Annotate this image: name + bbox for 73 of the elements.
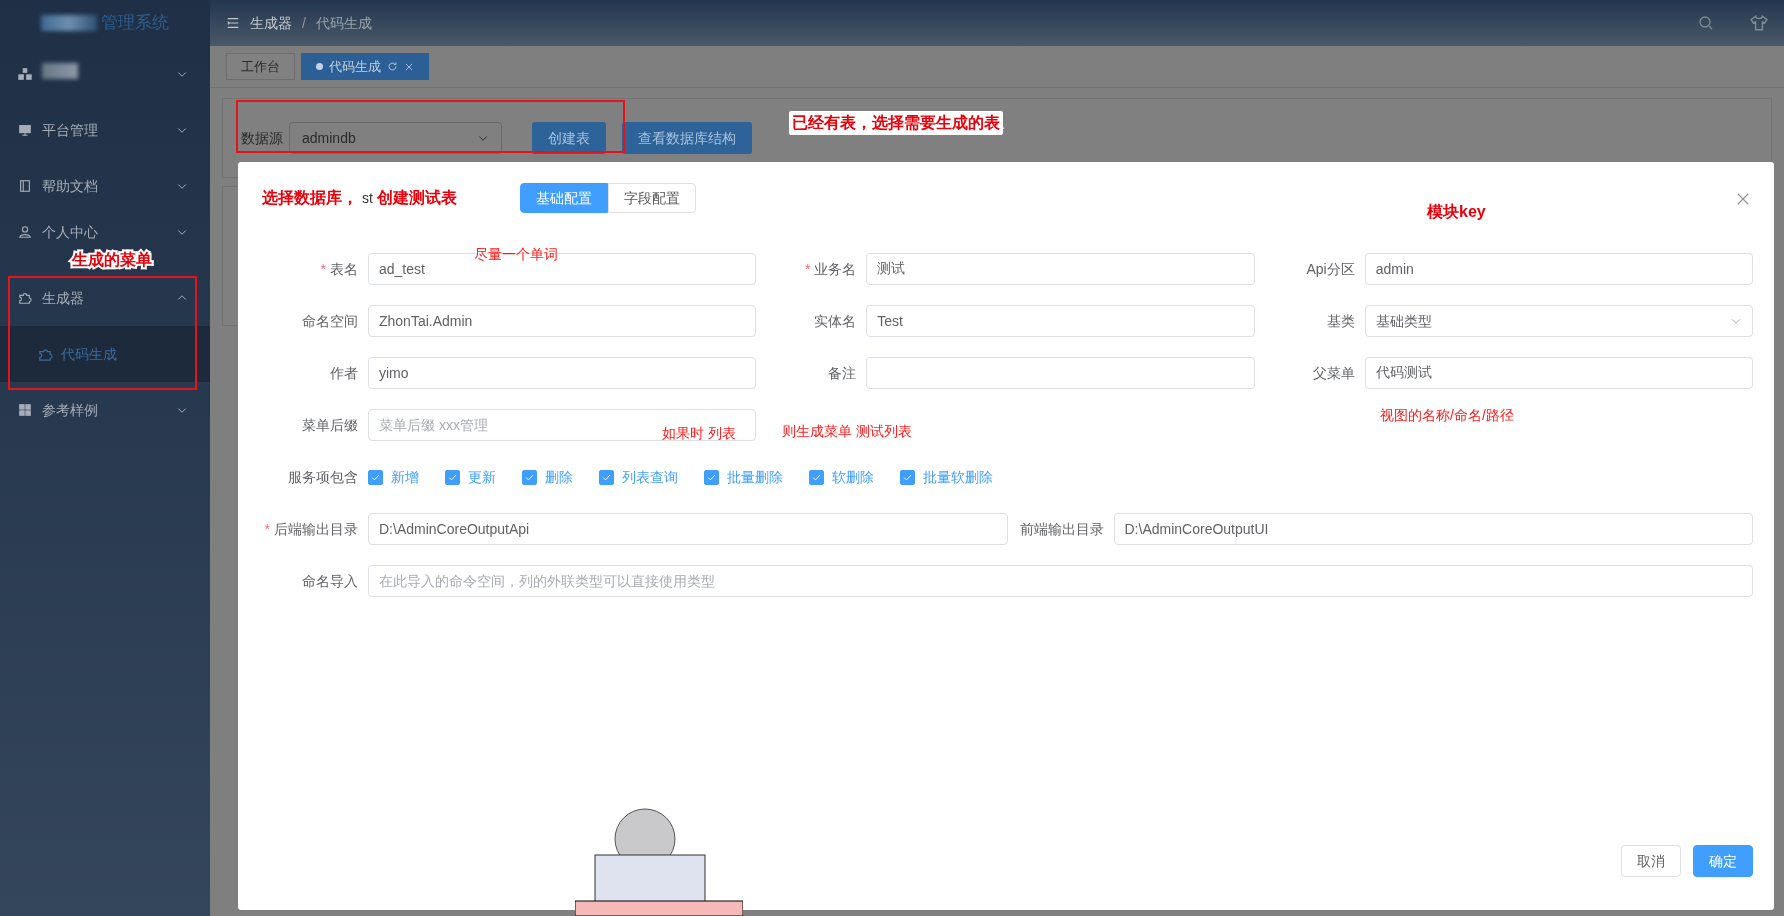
text-field[interactable]: 测试 (866, 253, 1255, 285)
field-label: 命名空间 (301, 311, 359, 331)
search-icon (1698, 15, 1714, 31)
sidebar-item[interactable]: 个人中心 (0, 214, 210, 250)
puzzle-icon (18, 291, 32, 305)
monitor-icon (18, 123, 32, 137)
annotation-text: 模块key (1427, 202, 1486, 222)
checkbox-option[interactable]: 批量删除 (704, 466, 783, 488)
field-label: 数据源 (241, 128, 283, 148)
logo-text: 管理系统 (101, 12, 169, 35)
annotation-text: 创建测试表 (376, 188, 457, 208)
field-label: 前端输出目录 (1018, 519, 1105, 539)
checkbox-option[interactable]: 批量软删除 (900, 466, 993, 488)
text-field[interactable]: 在此导入的命令空间，列的外联类型可以直接使用类型 (368, 565, 1753, 597)
menu-icon (226, 16, 240, 30)
checkbox-option[interactable]: 软删除 (809, 466, 874, 488)
text-field[interactable]: D:\AdminCoreOutputApi (368, 513, 1008, 545)
select-field[interactable]: 基础类型 (1364, 305, 1753, 337)
sidebar-item[interactable]: 平台管理 (0, 102, 210, 158)
annotation-text: 已经有表，选择需要生成的表 (789, 111, 1003, 135)
field-label: * 表名 (319, 259, 359, 279)
toolbar-button[interactable]: 创建表 (532, 122, 606, 154)
breadcrumb-link[interactable]: 生成器 (250, 12, 292, 34)
toolbar-button[interactable]: 查看数据库结构 (622, 122, 752, 154)
tree-icon (18, 67, 32, 81)
book-icon (18, 179, 32, 193)
text-field[interactable]: admin (1364, 253, 1753, 285)
field-label: 命名导入 (301, 571, 359, 591)
field-label: 备注 (827, 363, 858, 383)
field-label: 基类 (1325, 311, 1356, 331)
field-label: 作者 (329, 363, 359, 383)
datasource-select[interactable]: admindb (289, 122, 502, 154)
annotation-text: 如果时 列表 (662, 424, 736, 443)
cancel-button[interactable]: 取消 (1621, 845, 1681, 877)
text-field[interactable]: yimo (368, 357, 757, 389)
blurred-logo (41, 15, 97, 31)
page-tab[interactable]: 代码生成 (301, 52, 429, 81)
text-field[interactable] (866, 357, 1255, 389)
annotation-text: 选择数据库， (262, 188, 358, 208)
checkbox-option[interactable]: 删除 (522, 466, 573, 488)
field-label: 父菜单 (1311, 363, 1356, 383)
grid-icon (18, 403, 32, 417)
annotation-text: 则生成菜单 测试列表 (782, 422, 912, 441)
checkbox-option[interactable]: 列表查询 (599, 466, 678, 488)
checkbox-option[interactable]: 新增 (368, 466, 419, 488)
shirt-icon (1750, 14, 1768, 32)
field-label: 实体名 (813, 311, 858, 331)
blurred-label (42, 63, 78, 79)
field-label: 菜单后缀 (301, 415, 359, 435)
puzzle-icon (38, 346, 53, 362)
field-label: Api分区 (1305, 259, 1356, 279)
field-label: * 后端输出目录 (263, 519, 359, 539)
dialog-tab[interactable]: 字段配置 (608, 183, 696, 213)
sidebar-item[interactable]: 生成器 (0, 270, 210, 326)
dialog-title: st (362, 188, 373, 208)
user-icon (18, 225, 32, 239)
annotation-text: 视图的名称/命名/路径 (1380, 406, 1514, 425)
sidebar-item[interactable]: 帮助文档 (0, 158, 210, 214)
close-icon (1736, 192, 1750, 207)
text-field[interactable]: D:\AdminCoreOutputUI (1113, 513, 1753, 545)
sidebar-item[interactable]: 参考样例 (0, 382, 210, 438)
checkbox-option[interactable]: 更新 (445, 466, 496, 488)
status-dot-icon (316, 63, 323, 70)
refresh-icon (387, 61, 398, 72)
text-field[interactable]: ZhonTai.Admin (368, 305, 757, 337)
annotation-text: 生成的菜单 (70, 250, 153, 270)
page-tab[interactable]: 工作台 (226, 52, 295, 81)
field-label: 服务项包含 (287, 467, 359, 487)
close-icon (404, 61, 414, 72)
text-field[interactable]: Test (866, 305, 1255, 337)
breadcrumb-separator: / (302, 13, 306, 33)
field-label: * 业务名 (803, 259, 858, 279)
text-field[interactable]: 代码测试 (1364, 357, 1753, 389)
